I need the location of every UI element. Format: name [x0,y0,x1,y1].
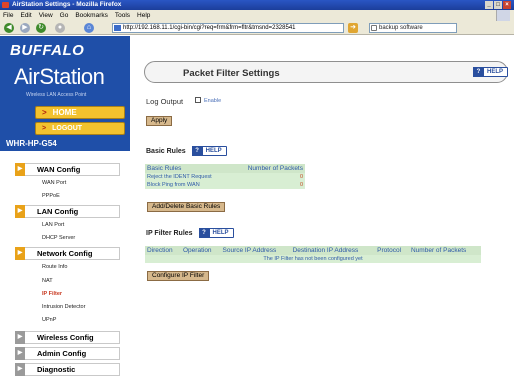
firefox-icon [2,2,9,8]
table-row: Block Ping from WAN 0 [145,181,305,189]
forward-icon[interactable]: ▶ [20,23,30,33]
product-tagline: Wireless LAN Access Point [26,92,87,98]
menu-diagnostic[interactable]: ▶ Diagnostic [15,363,120,376]
main-content: Packet Filter Settings ? HELP Log Output … [130,36,514,389]
product-name: AirStation [14,64,105,89]
basic-rules-title: Basic Rules [146,148,186,155]
window-controls: _ □ × [485,1,511,9]
home-button[interactable]: > HOME [35,106,125,119]
stop-icon[interactable]: ● [55,23,65,33]
rule-name-cell: Reject the IDENT Request [145,173,231,181]
url-text: http://192.168.11.1/cgi-bin/cgi?req=frm&… [123,25,296,31]
window-title: AirStation Settings - Mozilla Firefox [12,1,122,8]
help-icon: ? [198,228,210,238]
arrow-right-icon: ▶ [15,205,25,218]
basic-rules-help-button[interactable]: ? HELP [191,146,227,156]
column-header: Source IP Address [220,246,291,255]
menu-item-nat[interactable]: NAT [42,278,53,284]
basic-rules-table: Basic Rules Number of Packets Reject the… [145,164,305,189]
configure-ip-filter-button[interactable]: Configure IP Filter [147,271,210,281]
packet-count-cell: 0 [230,181,305,189]
browser-title-bar: AirStation Settings - Mozilla Firefox _ … [0,0,514,10]
menu-item-upnp[interactable]: UPnP [42,317,56,323]
log-output-label: Log Output [146,97,184,106]
empty-message: The IP Filter has not been configured ye… [145,255,481,263]
help-icon: ? [191,146,203,156]
page-title: Packet Filter Settings [183,68,280,79]
menu-view[interactable]: View [39,10,53,21]
ip-filter-table: Direction Operation Source IP Address De… [145,246,481,263]
menu-item-pppoe[interactable]: PPPoE [42,193,60,199]
menu-item-dhcp-server[interactable]: DHCP Server [42,235,75,241]
maximize-button[interactable]: □ [494,1,502,9]
arrow-right-icon: ▶ [15,347,25,360]
column-header: Number of Packets [408,246,481,255]
chevron-right-icon: > [42,108,47,117]
menu-admin-config[interactable]: ▶ Admin Config [15,347,120,360]
menu-help[interactable]: Help [137,10,150,21]
navigation-toolbar: ◀ ▶ ↻ ● ⌂ http://192.168.11.1/cgi-bin/cg… [0,21,514,35]
arrow-right-icon: ▶ [15,363,25,376]
arrow-right-icon: ▶ [15,163,25,176]
logout-button[interactable]: > LOGOUT [35,122,125,135]
back-icon[interactable]: ◀ [4,23,14,33]
menu-go[interactable]: Go [60,10,69,21]
column-header: Number of Packets [230,164,305,173]
enable-label: Enable [204,98,222,104]
browser-menu-bar: File Edit View Go Bookmarks Tools Help [0,10,514,21]
home-icon[interactable]: ⌂ [84,23,94,33]
minimize-button[interactable]: _ [485,1,493,9]
menu-tools[interactable]: Tools [115,10,130,21]
arrow-right-icon: ▶ [15,247,25,260]
brand-panel: BUFFALO AirStation Wireless LAN Access P… [0,36,130,151]
table-header-row: Basic Rules Number of Packets [145,164,305,173]
table-row: The IP Filter has not been configured ye… [145,255,481,263]
reload-icon[interactable]: ↻ [36,23,46,33]
model-name: WHR-HP-G54 [6,139,57,148]
log-output-enable-checkbox[interactable] [195,97,201,103]
table-row: Reject the IDENT Request 0 [145,173,305,181]
arrow-right-icon: ▶ [15,331,25,344]
search-input[interactable]: backup software [369,23,457,33]
sidebar: BUFFALO AirStation Wireless LAN Access P… [0,36,130,389]
basic-rules-section: Basic Rules ? HELP [146,146,227,156]
url-bar[interactable]: http://192.168.11.1/cgi-bin/cgi?req=frm&… [112,23,344,33]
menu-item-intrusion-detector[interactable]: Intrusion Detector [42,304,85,310]
menu-item-wan-port[interactable]: WAN Port [42,180,66,186]
ip-filter-help-button[interactable]: ? HELP [198,228,234,238]
buffalo-logo: BUFFALO [10,42,85,59]
page-title-bar: Packet Filter Settings ? HELP [144,61,509,83]
help-button[interactable]: ? HELP [473,67,509,77]
menu-item-route-info[interactable]: Route Info [42,264,67,270]
chevron-right-icon: > [42,125,47,132]
search-engine-icon [371,25,377,31]
column-header: Destination IP Address [290,246,376,255]
throbber-icon [496,10,510,21]
search-value: backup software [379,25,423,31]
apply-button[interactable]: Apply [146,116,173,126]
menu-bookmarks[interactable]: Bookmarks [75,10,108,21]
menu-item-lan-port[interactable]: LAN Port [42,222,64,228]
menu-network-config[interactable]: ▶ Network Config [15,247,120,260]
column-header: Basic Rules [145,164,231,173]
menu-lan-config[interactable]: ▶ LAN Config [15,205,120,218]
ip-filter-title: IP Filter Rules [146,230,193,237]
rule-name-cell: Block Ping from WAN [145,181,231,189]
menu-file[interactable]: File [3,10,13,21]
ip-filter-section: IP Filter Rules ? HELP [146,228,234,238]
menu-edit[interactable]: Edit [20,10,31,21]
table-header-row: Direction Operation Source IP Address De… [145,246,481,255]
close-button[interactable]: × [503,1,511,9]
go-icon[interactable]: ➜ [348,23,358,33]
page-icon [114,25,121,31]
column-header: Direction [145,246,181,255]
menu-wan-config[interactable]: ▶ WAN Config [15,163,120,176]
add-delete-basic-rules-button[interactable]: Add/Delete Basic Rules [147,202,226,212]
packet-count-cell: 0 [230,173,305,181]
menu-item-ip-filter[interactable]: IP Filter [42,291,62,297]
column-header: Protocol [375,246,409,255]
menu-wireless-config[interactable]: ▶ Wireless Config [15,331,120,344]
help-icon: ? [473,67,484,77]
column-header: Operation [181,246,221,255]
